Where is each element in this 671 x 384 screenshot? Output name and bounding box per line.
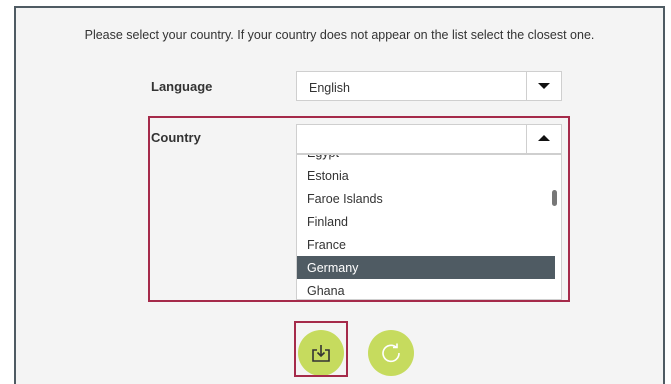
language-select[interactable]: English	[296, 71, 562, 101]
language-dropdown-button[interactable]	[526, 72, 561, 100]
caret-down-icon	[538, 83, 550, 89]
instruction-text: Please select your country. If your coun…	[84, 28, 595, 42]
save-button-highlight	[294, 321, 348, 377]
settings-panel: Please select your country. If your coun…	[14, 6, 665, 384]
country-field-highlight	[148, 116, 570, 302]
page-margin	[0, 0, 14, 384]
reset-button[interactable]	[368, 330, 414, 376]
language-value: English	[309, 81, 350, 95]
refresh-icon	[382, 343, 400, 363]
language-label: Language	[151, 79, 213, 94]
